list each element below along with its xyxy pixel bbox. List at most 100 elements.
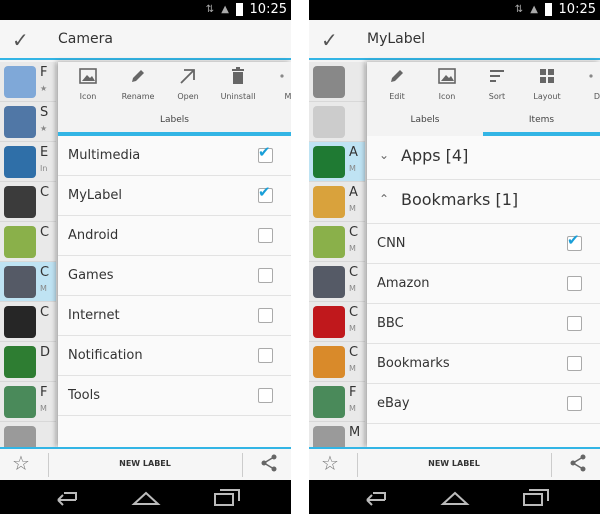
item-row[interactable]: Amazon [367, 264, 600, 304]
checkbox[interactable] [567, 316, 582, 331]
done-check-icon[interactable]: ✓ [12, 28, 32, 52]
checkbox[interactable]: ✔ [567, 231, 582, 251]
item-row[interactable]: BBC [367, 304, 600, 344]
tool-d-button[interactable]: D [569, 66, 600, 108]
grid-icon [540, 69, 554, 83]
status-bar: ⇅ ▲ 10:25 [0, 0, 291, 20]
app-list-item[interactable]: CM [309, 342, 365, 382]
app-list-item[interactable]: FM [0, 382, 56, 422]
label-row[interactable]: MyLabel ✔ [58, 176, 291, 216]
tool-icon-button[interactable]: Icon [419, 66, 475, 108]
back-icon[interactable] [359, 486, 389, 508]
label-row[interactable]: Android [58, 216, 291, 256]
labels-list: Multimedia ✔ MyLabel ✔ Android Games Internet N… [58, 136, 291, 416]
page-title: Camera [58, 31, 113, 47]
done-check-icon[interactable]: ✓ [321, 28, 341, 52]
checkbox[interactable]: ✔ [258, 183, 273, 203]
app-list-item[interactable] [0, 422, 56, 447]
app-list-item[interactable]: FM [309, 382, 365, 422]
new-label-button[interactable]: NEW LABEL [50, 459, 240, 468]
checkbox[interactable] [258, 388, 273, 403]
image-icon [79, 68, 97, 84]
recents-icon[interactable] [212, 486, 242, 508]
tool-open-button[interactable]: Open [160, 66, 216, 108]
image-icon [438, 68, 456, 84]
checkbox[interactable] [567, 356, 582, 371]
label-row[interactable]: Internet [58, 296, 291, 336]
new-label-button[interactable]: NEW LABEL [359, 459, 549, 468]
tab-labels[interactable]: Labels [58, 110, 291, 136]
app-icon [4, 66, 36, 98]
group-header[interactable]: ⌃ Bookmarks [1] [367, 180, 600, 224]
label-row[interactable]: Games [58, 256, 291, 296]
label-row[interactable]: Tools [58, 376, 291, 416]
checkbox[interactable] [567, 396, 582, 411]
tool-icon-button[interactable]: Icon [60, 66, 116, 108]
app-initial: C [349, 265, 359, 280]
checkbox[interactable] [258, 228, 273, 243]
items-list: ⌄ Apps [4] ⌃ Bookmarks [1] CNN ✔ Amazon BBC Book… [367, 136, 600, 424]
back-icon[interactable] [50, 486, 80, 508]
app-list: AMAMCMCMCMCMFMM [309, 62, 365, 447]
checkbox[interactable] [258, 268, 273, 283]
app-list-item[interactable] [309, 102, 365, 142]
app-list-item[interactable]: M [309, 422, 365, 447]
tool-uninstall-button[interactable]: Uninstall [210, 66, 266, 108]
app-initial: M [349, 425, 361, 440]
label-row[interactable]: Notification [58, 336, 291, 376]
app-initial: C [349, 225, 359, 240]
app-list-item[interactable]: CM [0, 262, 56, 302]
app-list-item[interactable]: AM [309, 142, 365, 182]
tab-items[interactable]: Items [483, 110, 600, 136]
page-title: MyLabel [367, 31, 426, 47]
row-label: Bookmarks [377, 356, 450, 371]
tab-labels[interactable]: Labels [367, 110, 483, 136]
share-icon[interactable] [568, 453, 588, 473]
checkbox[interactable]: ✔ [258, 143, 273, 163]
app-list-item[interactable]: F ★ [0, 62, 56, 102]
app-initial: C [349, 305, 359, 320]
item-row[interactable]: Bookmarks [367, 344, 600, 384]
checkbox[interactable] [567, 276, 582, 291]
group-label: Apps [4] [401, 146, 469, 165]
tool-sort-button[interactable]: Sort [469, 66, 525, 108]
tab-bar: Labels Items [367, 110, 600, 136]
home-icon[interactable] [440, 486, 470, 508]
app-list-item[interactable]: CM [309, 262, 365, 302]
app-list-item[interactable]: S ★ [0, 102, 56, 142]
app-list-item[interactable]: E In [0, 142, 56, 182]
app-list-item[interactable]: CM [309, 302, 365, 342]
tool-rename-button[interactable]: Rename [110, 66, 166, 108]
row-label: Android [68, 228, 119, 243]
check-icon: ✔ [258, 183, 271, 201]
app-sub: M [349, 244, 356, 253]
checkbox[interactable] [258, 348, 273, 363]
item-row[interactable]: eBay [367, 384, 600, 424]
app-list-item[interactable]: C [0, 182, 56, 222]
app-icon [313, 186, 345, 218]
tool-label: Sort [488, 92, 506, 101]
app-list-item[interactable]: C [0, 302, 56, 342]
tool-m-button[interactable]: M [260, 66, 291, 108]
app-initial: E [40, 145, 49, 160]
app-list-item[interactable] [309, 62, 365, 102]
app-list-item[interactable]: AM [309, 182, 365, 222]
item-row[interactable]: CNN ✔ [367, 224, 600, 264]
share-icon[interactable] [259, 453, 279, 473]
app-initial: A [349, 145, 358, 160]
app-list-item[interactable]: C [0, 222, 56, 262]
app-list-item[interactable]: CM [309, 222, 365, 262]
tool-layout-button[interactable]: Layout [519, 66, 575, 108]
row-label: Notification [68, 348, 143, 363]
checkbox[interactable] [258, 308, 273, 323]
home-icon[interactable] [131, 486, 161, 508]
star-icon[interactable]: ☆ [321, 451, 339, 475]
tool-edit-button[interactable]: Edit [369, 66, 425, 108]
group-header[interactable]: ⌄ Apps [4] [367, 136, 600, 180]
app-list-item[interactable]: D [0, 342, 56, 382]
star-icon[interactable]: ☆ [12, 451, 30, 475]
label-row[interactable]: Multimedia ✔ [58, 136, 291, 176]
chevron-down-icon: ⌄ [379, 148, 390, 162]
recents-icon[interactable] [521, 486, 551, 508]
nav-bar [309, 480, 600, 514]
